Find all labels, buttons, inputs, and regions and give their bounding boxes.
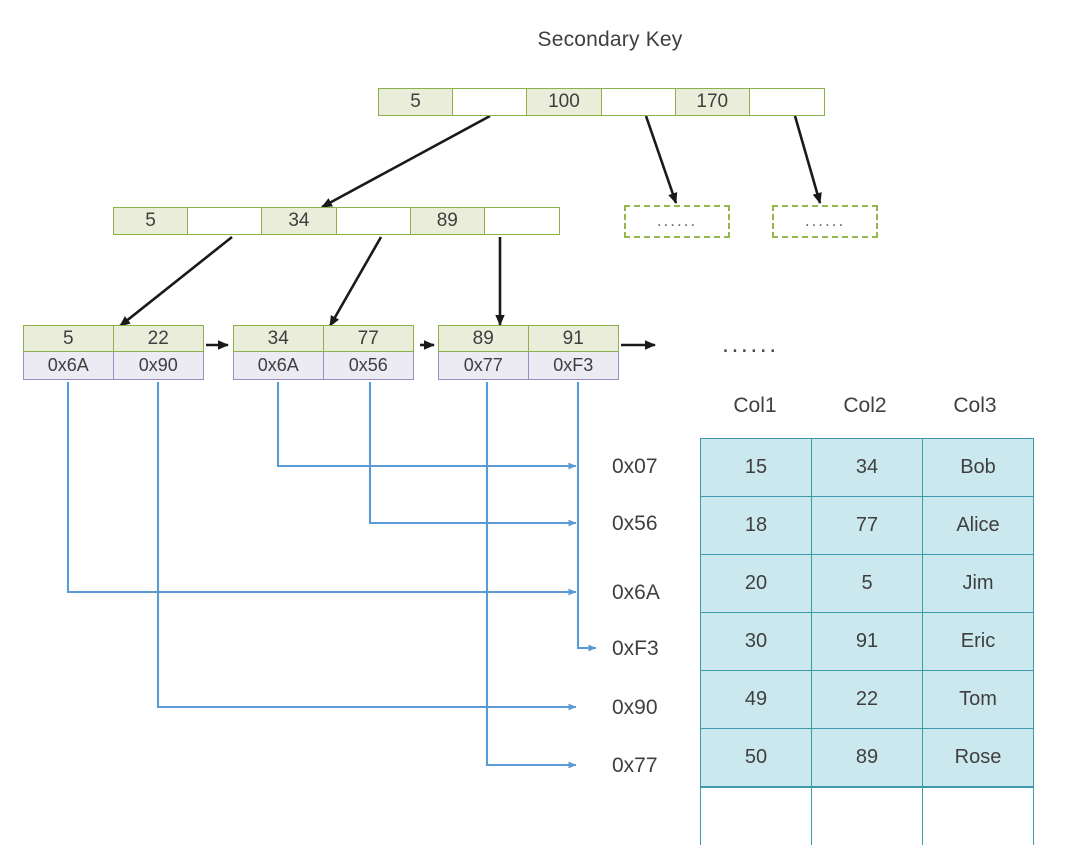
leaf-1-key-2[interactable]: 22: [114, 326, 204, 351]
table-row[interactable]: 49 22 Tom: [701, 671, 1034, 729]
table-row[interactable]: 15 34 Bob: [701, 439, 1034, 497]
cell-r4c3[interactable]: Eric: [923, 613, 1034, 671]
address-label-0x07: 0x07: [612, 455, 658, 479]
cell-r5c2[interactable]: 22: [812, 671, 923, 729]
internal-cell-key-1[interactable]: 5: [114, 208, 188, 234]
internal-cell-key-3[interactable]: 89: [411, 208, 485, 234]
cell-r2c2[interactable]: 77: [812, 497, 923, 555]
cell-r3c3[interactable]: Jim: [923, 555, 1034, 613]
btree-root-node[interactable]: 5 100 170: [378, 88, 825, 116]
cell-r7c2[interactable]: [812, 787, 923, 845]
btree-leaf-node-1[interactable]: 5 22 0x6A 0x90: [23, 325, 204, 380]
address-label-0x90: 0x90: [612, 696, 658, 720]
cell-r7c1[interactable]: [701, 787, 812, 845]
root-cell-key-1[interactable]: 5: [379, 89, 453, 115]
internal-cell-ptr-1[interactable]: [188, 208, 262, 234]
btree-internal-node[interactable]: 5 34 89: [113, 207, 560, 235]
leaf-3-pointer-row: 0x77 0xF3: [438, 352, 619, 380]
root-cell-key-3[interactable]: 170: [676, 89, 750, 115]
root-cell-key-2[interactable]: 100: [527, 89, 601, 115]
table-header-col3: Col3: [920, 394, 1030, 418]
leaf-chain-continuation: ......: [722, 330, 779, 359]
placeholder-subtree-2-label: ......: [805, 212, 845, 229]
leaf-2-key-2[interactable]: 77: [324, 326, 414, 351]
leaf-3-key-2[interactable]: 91: [529, 326, 619, 351]
data-table[interactable]: 15 34 Bob 18 77 Alice 20 5 Jim 30 91 Eri…: [700, 438, 1034, 845]
leaf-3-key-1[interactable]: 89: [439, 326, 529, 351]
cell-r2c1[interactable]: 18: [701, 497, 812, 555]
address-label-0x6A: 0x6A: [612, 581, 660, 605]
cell-r1c2[interactable]: 34: [812, 439, 923, 497]
cell-r5c3[interactable]: Tom: [923, 671, 1034, 729]
table-row-empty[interactable]: [701, 787, 1034, 845]
internal-cell-ptr-2[interactable]: [337, 208, 411, 234]
table-header-col2: Col2: [810, 394, 920, 418]
root-cell-ptr-1[interactable]: [453, 89, 527, 115]
cell-r6c2[interactable]: 89: [812, 729, 923, 788]
leaf-1-pointer-row: 0x6A 0x90: [23, 352, 204, 380]
cell-r6c3[interactable]: Rose: [923, 729, 1034, 788]
cell-r4c1[interactable]: 30: [701, 613, 812, 671]
cell-r2c3[interactable]: Alice: [923, 497, 1034, 555]
btree-leaf-node-2[interactable]: 34 77 0x6A 0x56: [233, 325, 414, 380]
cell-r5c1[interactable]: 49: [701, 671, 812, 729]
leaf-3-pointer-2[interactable]: 0xF3: [529, 352, 619, 379]
table-row[interactable]: 50 89 Rose: [701, 729, 1034, 788]
address-label-0x56: 0x56: [612, 512, 658, 536]
leaf-2-pointer-1[interactable]: 0x6A: [234, 352, 324, 379]
root-cell-ptr-2[interactable]: [602, 89, 676, 115]
placeholder-subtree-1[interactable]: ......: [624, 205, 730, 238]
table-row[interactable]: 20 5 Jim: [701, 555, 1034, 613]
leaf-3-key-row: 89 91: [438, 325, 619, 352]
cell-r6c1[interactable]: 50: [701, 729, 812, 788]
internal-cell-key-2[interactable]: 34: [262, 208, 336, 234]
cell-r7c3[interactable]: [923, 787, 1034, 845]
leaf-1-pointer-2[interactable]: 0x90: [114, 352, 204, 379]
leaf-2-pointer-row: 0x6A 0x56: [233, 352, 414, 380]
cell-r1c1[interactable]: 15: [701, 439, 812, 497]
cell-r4c2[interactable]: 91: [812, 613, 923, 671]
data-table-body: 15 34 Bob 18 77 Alice 20 5 Jim 30 91 Eri…: [701, 439, 1034, 845]
address-label-0xF3: 0xF3: [612, 637, 659, 661]
placeholder-subtree-1-label: ......: [657, 212, 697, 229]
internal-cell-ptr-3[interactable]: [485, 208, 559, 234]
diagram-canvas: Secondary Key: [0, 0, 1075, 817]
table-row[interactable]: 18 77 Alice: [701, 497, 1034, 555]
leaf-2-pointer-2[interactable]: 0x56: [324, 352, 414, 379]
leaf-2-key-row: 34 77: [233, 325, 414, 352]
table-column-headers: Col1 Col2 Col3: [700, 394, 1030, 422]
address-label-0x77: 0x77: [612, 754, 658, 778]
placeholder-subtree-2[interactable]: ......: [772, 205, 878, 238]
root-cell-ptr-3[interactable]: [750, 89, 824, 115]
table-header-col1: Col1: [700, 394, 810, 418]
btree-leaf-node-3[interactable]: 89 91 0x77 0xF3: [438, 325, 619, 380]
leaf-1-key-row: 5 22: [23, 325, 204, 352]
cell-r1c3[interactable]: Bob: [923, 439, 1034, 497]
leaf-1-key-1[interactable]: 5: [24, 326, 114, 351]
leaf-3-pointer-1[interactable]: 0x77: [439, 352, 529, 379]
cell-r3c2[interactable]: 5: [812, 555, 923, 613]
cell-r3c1[interactable]: 20: [701, 555, 812, 613]
leaf-1-pointer-1[interactable]: 0x6A: [24, 352, 114, 379]
table-row[interactable]: 30 91 Eric: [701, 613, 1034, 671]
leaf-2-key-1[interactable]: 34: [234, 326, 324, 351]
